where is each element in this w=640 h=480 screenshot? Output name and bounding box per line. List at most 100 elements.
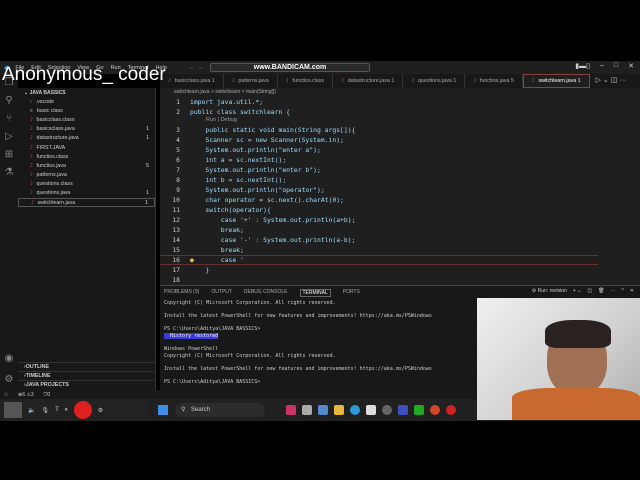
code-line: 9 System.out.println("operator"); (160, 185, 640, 195)
more-icon[interactable]: ··· (610, 288, 615, 294)
line-number: 10 (172, 196, 180, 204)
file-name: .vscode (35, 98, 54, 105)
section-java-projects[interactable]: › JAVA PROJECTS (18, 380, 155, 389)
problems-status[interactable]: ⊗6 ⚠3 (18, 392, 34, 398)
file-name: basicclass.class (36, 116, 75, 123)
file-item[interactable]: › .vscode (18, 97, 155, 106)
editor-tab[interactable]: Jfunctios.java 5 (465, 74, 523, 88)
editor-tab[interactable]: Jquestions.java 1 (403, 74, 466, 88)
recorder-icon[interactable] (446, 405, 456, 415)
line-number: 7 (176, 166, 180, 174)
settings-icon[interactable]: ⚙ (98, 407, 103, 414)
file-item[interactable]: Jswitchlearn.java 1 (18, 198, 155, 208)
nav-arrows[interactable]: ← → (188, 64, 204, 71)
store-icon[interactable] (366, 405, 376, 415)
tab-debug-console[interactable]: DEBUG CONSOLE (244, 289, 288, 297)
file-item[interactable]: Jquestions.java 1 (18, 189, 155, 198)
tab-problems[interactable]: PROBLEMS (9) (164, 289, 199, 297)
line-number: 13 (172, 226, 180, 234)
windows-start-icon[interactable] (158, 405, 168, 415)
breadcrumb[interactable]: switchlearn.java > switchlearn > main(St… (160, 88, 640, 97)
file-name: questions.java (36, 190, 71, 197)
testing-icon[interactable]: ⚗ (0, 164, 18, 182)
task-view-icon[interactable] (302, 405, 312, 415)
line-number: 15 (172, 246, 180, 254)
settings-app-icon[interactable] (382, 405, 392, 415)
line-number: 4 (176, 136, 180, 144)
tab-ports[interactable]: PORTS (343, 289, 360, 297)
maximize-button[interactable]: □ (614, 62, 618, 70)
layout-icon[interactable]: ▮▬▯ (575, 62, 590, 70)
trash-icon[interactable]: 🗑 (598, 288, 604, 294)
file-item[interactable]: Jdatastructure.java 1 (18, 134, 155, 143)
account-icon[interactable]: ◉ (0, 350, 18, 368)
code-editor[interactable]: 1 import java.util.*; 2 public class switch… (160, 97, 640, 285)
file-explorer-icon[interactable] (334, 405, 344, 415)
code-line: 7 System.out.println("enter b"); (160, 165, 640, 175)
source-control-icon[interactable]: ⑂ (0, 110, 18, 128)
search-icon[interactable]: ⚲ (0, 92, 18, 110)
file-item[interactable]: Jbasicclass.class (18, 115, 155, 124)
gear-icon[interactable]: ⚙ (0, 371, 18, 389)
file-item[interactable]: Jfunctios.java 5 (18, 161, 155, 170)
section-outline[interactable]: › OUTLINE (18, 362, 155, 371)
run-debug-icon[interactable]: ▷ (0, 128, 18, 146)
java-icon: J (231, 78, 235, 84)
minimize-button[interactable]: – (600, 62, 604, 70)
close-panel-icon[interactable]: ✕ (630, 288, 634, 294)
code-line: 17 } (160, 265, 640, 275)
copilot-icon[interactable] (286, 405, 296, 415)
edge-icon[interactable] (350, 405, 360, 415)
line-number: 2 (176, 108, 180, 116)
split-terminal-icon[interactable]: ◫ (587, 288, 592, 294)
line-number: 1 (176, 98, 180, 106)
meet-icon[interactable] (318, 405, 328, 415)
ports-status[interactable]: ⛉0 (44, 392, 51, 398)
codelens-run-debug[interactable]: Run | Debug (160, 117, 640, 125)
webcam-overlay (477, 298, 640, 420)
editor-tab[interactable]: Jbasicclass.java 1 (160, 74, 224, 88)
pause-icon[interactable]: ⏸ (65, 407, 68, 414)
file-item[interactable]: Jpatterns.java (18, 171, 155, 180)
file-item[interactable]: Jbasicsclass.java 1 (18, 125, 155, 134)
java-icon: J (411, 78, 414, 84)
tab-terminal[interactable]: TERMINAL (299, 289, 331, 297)
file-item[interactable]: ≡ basic class (18, 106, 155, 115)
mic-icon[interactable]: 🎙 (41, 407, 49, 414)
extensions-icon[interactable]: ⊞ (0, 146, 18, 164)
file-item[interactable]: Jfunctios.class (18, 152, 155, 161)
root-folder-label: JAVA BASSICS (29, 90, 66, 96)
close-button[interactable]: ✕ (628, 62, 634, 70)
java-icon: J (31, 199, 34, 206)
taskbar-search[interactable]: ⚲ Search (175, 403, 265, 417)
speaker-icon[interactable]: 🔈 (28, 407, 35, 414)
line-number: 18 (172, 276, 180, 284)
app-icon[interactable] (398, 405, 408, 415)
problem-count: 1 (146, 190, 149, 197)
tab-output[interactable]: OUTPUT (211, 289, 232, 297)
code-line: 4 Scanner sc = new Scanner(System.in); (160, 135, 640, 145)
xbox-icon[interactable] (414, 405, 424, 415)
run-config-button[interactable]: ⚙ Run: revision (532, 288, 567, 294)
remote-icon[interactable]: ⤫ (4, 392, 8, 398)
maximize-panel-icon[interactable]: ^ (621, 288, 623, 294)
problem-count: 5 (146, 162, 149, 169)
file-item[interactable]: J FIRST.JAVA (18, 143, 155, 152)
record-stop-button[interactable] (73, 401, 92, 419)
powerpoint-icon[interactable] (430, 405, 440, 415)
editor-tab[interactable]: Jswitchlearn.java 1 (522, 74, 590, 88)
new-terminal-button[interactable]: + ⌄ (573, 288, 582, 294)
editor-tab[interactable]: Jdatastructure.java 1 (333, 74, 404, 88)
java-icon: J (341, 78, 344, 84)
editor-tab[interactable]: Jfunctios.class (278, 74, 334, 88)
java-icon: J (30, 190, 33, 197)
editor-tab[interactable]: Jpatterns.java (224, 74, 278, 88)
lightbulb-icon[interactable]: ● (190, 256, 194, 264)
explorer-root[interactable]: ⌄ JAVA BASSICS (18, 88, 155, 97)
command-center-search[interactable]: www.BANDICAM.com (210, 63, 370, 72)
text-icon[interactable]: T (55, 407, 59, 413)
run-button[interactable]: ▷ ⌄ ◫ ··· (596, 74, 627, 88)
code-text: import java.util.*; (190, 98, 264, 106)
file-item[interactable]: Jquestions.class (18, 180, 155, 189)
section-timeline[interactable]: › TIMELINE (18, 371, 155, 380)
